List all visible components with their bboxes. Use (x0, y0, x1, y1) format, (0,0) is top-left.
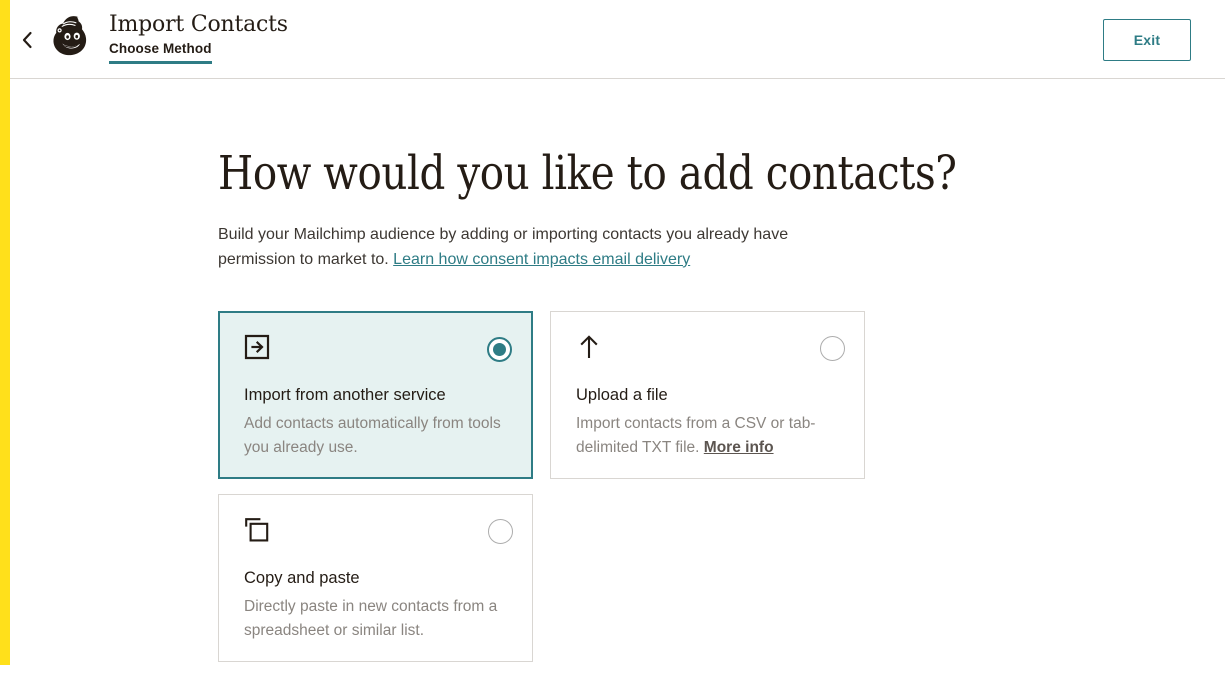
back-button[interactable] (12, 24, 42, 56)
import-method-options: Import from another service Add contacts… (218, 311, 1218, 677)
option-title: Copy and paste (244, 569, 360, 587)
more-info-link[interactable]: More info (704, 439, 774, 456)
option-radio-copy-and-paste[interactable] (488, 519, 513, 544)
option-card-copy-and-paste[interactable]: Copy and paste Directly paste in new con… (218, 494, 533, 662)
option-radio-upload-a-file[interactable] (820, 336, 845, 361)
option-card-import-from-another-service[interactable]: Import from another service Add contacts… (218, 311, 533, 479)
content-description: Build your Mailchimp audience by adding … (218, 201, 798, 272)
option-description: Directly paste in new contacts from a sp… (244, 595, 506, 643)
app-header: Import Contacts Choose Method Exit (10, 0, 1225, 79)
option-row-2: Copy and paste Directly paste in new con… (218, 494, 1218, 662)
header-title-group: Import Contacts Choose Method (109, 12, 288, 64)
breadcrumb-step: Choose Method (109, 41, 212, 64)
option-description-text: Add contacts automatically from tools yo… (244, 415, 501, 456)
import-into-box-icon (244, 334, 270, 360)
brand-accent-stripe (0, 0, 10, 665)
option-title: Upload a file (576, 386, 668, 404)
option-card-upload-a-file[interactable]: Upload a file Import contacts from a CSV… (550, 311, 865, 479)
chevron-left-icon (21, 31, 33, 49)
option-title: Import from another service (244, 386, 446, 404)
content-heading: How would you like to add contacts? (218, 146, 957, 201)
option-description-text: Directly paste in new contacts from a sp… (244, 598, 498, 639)
arrow-up-icon (576, 334, 602, 360)
page-title: Import Contacts (109, 12, 288, 37)
mailchimp-freddie-logo (44, 12, 100, 64)
main-content: How would you like to add contacts? Buil… (218, 79, 1218, 272)
consent-learn-more-link[interactable]: Learn how consent impacts email delivery (393, 251, 690, 268)
exit-button[interactable]: Exit (1103, 19, 1191, 61)
option-row-1: Import from another service Add contacts… (218, 311, 1218, 479)
option-radio-import-from-another-service[interactable] (487, 337, 512, 362)
option-description-text: Import contacts from a CSV or tab-delimi… (576, 415, 816, 456)
copy-paste-icon (244, 517, 270, 543)
option-description: Add contacts automatically from tools yo… (244, 412, 506, 460)
option-description: Import contacts from a CSV or tab-delimi… (576, 412, 838, 460)
